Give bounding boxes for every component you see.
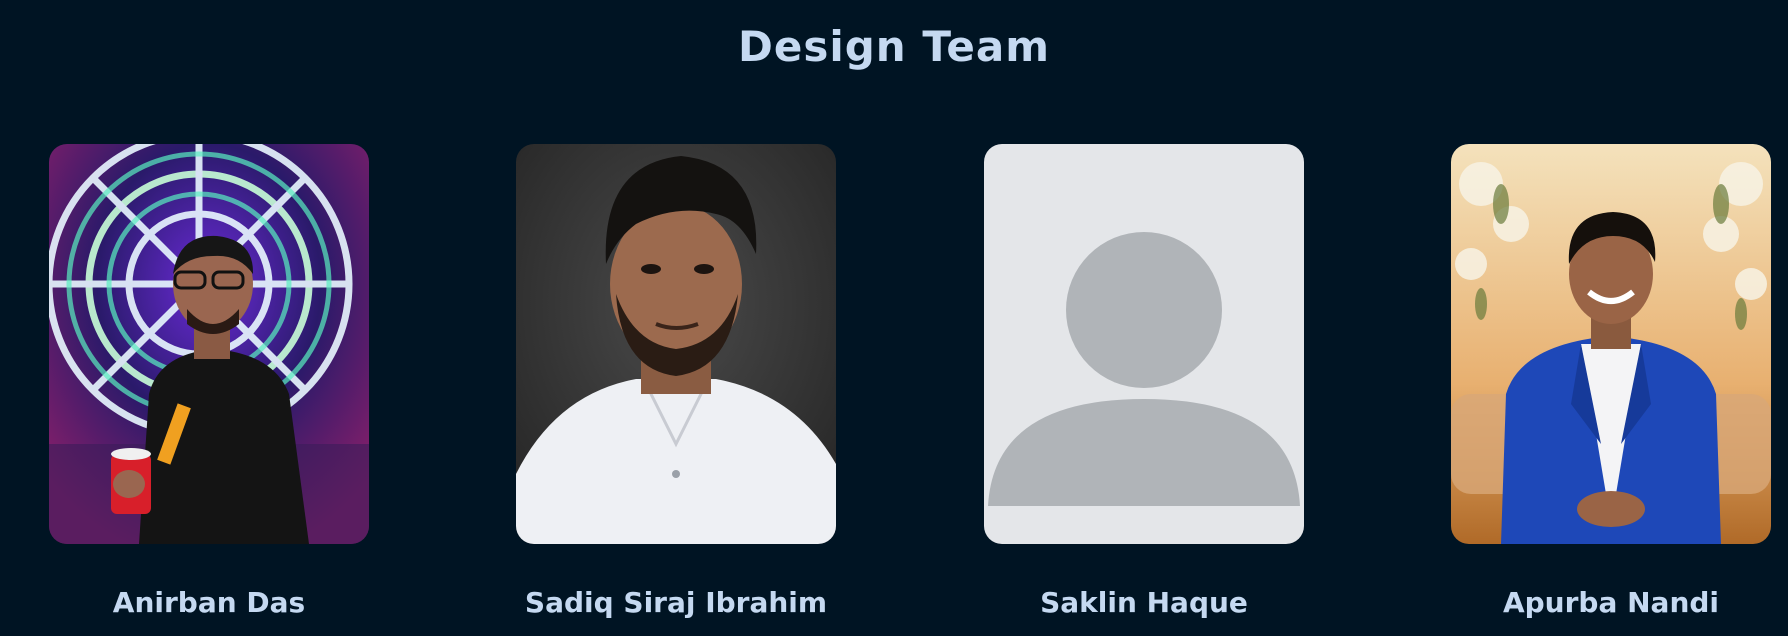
member-name: Apurba Nandi (1502, 586, 1720, 619)
blue-suit-portrait-image (1451, 144, 1771, 544)
team-member-card: Sadiq Siraj Ibrahim (516, 144, 836, 619)
team-member-card: Saklin Haque (984, 144, 1304, 619)
team-member-card: Anirban Das (49, 144, 369, 619)
member-name: Saklin Haque (1040, 586, 1248, 619)
default-avatar-icon (984, 144, 1304, 544)
member-photo (49, 144, 369, 544)
design-team-section: Design Team Anirban Das Sadiq Siraj Ibra… (0, 0, 1788, 636)
neon-wheel-portrait-image (49, 144, 369, 544)
member-photo (1451, 144, 1771, 544)
member-photo (984, 144, 1304, 544)
section-title: Design Team (738, 22, 1050, 71)
team-member-card: Apurba Nandi (1451, 144, 1771, 619)
member-photo (516, 144, 836, 544)
grey-background-portrait-image (516, 144, 836, 544)
member-name: Sadiq Siraj Ibrahim (524, 586, 828, 619)
member-name: Anirban Das (112, 586, 306, 619)
